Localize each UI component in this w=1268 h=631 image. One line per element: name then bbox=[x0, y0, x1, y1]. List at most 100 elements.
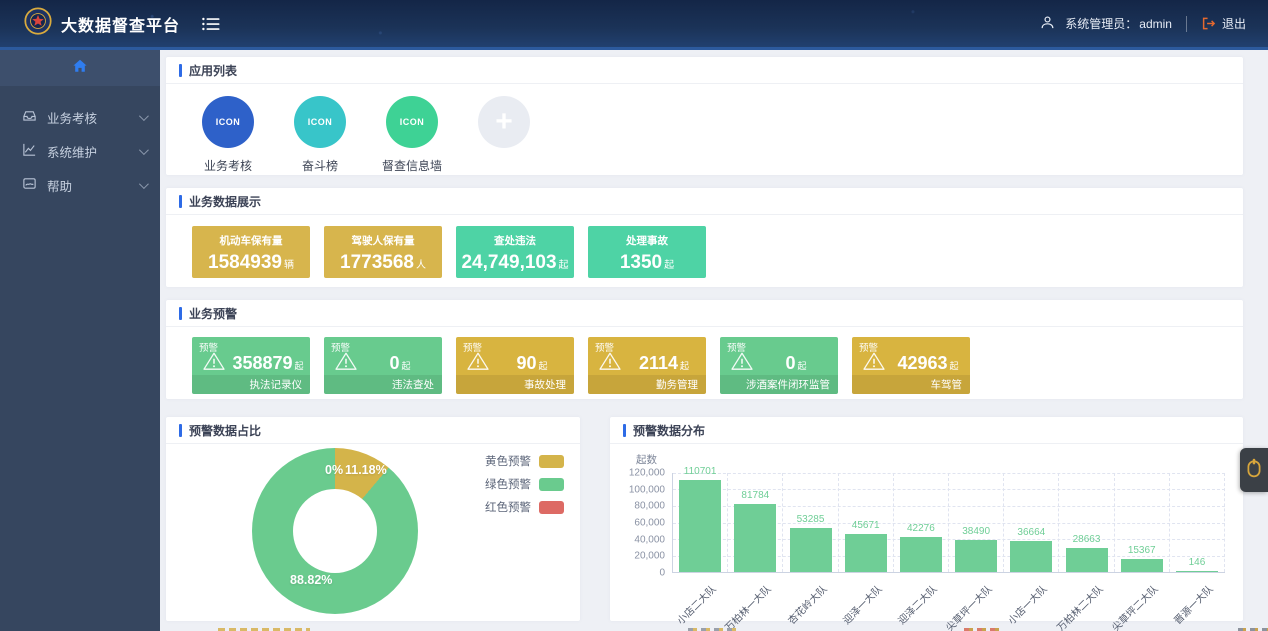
sidebar-item-1[interactable]: 业务考核 bbox=[0, 100, 160, 134]
bar-slot: 42276迎泽二大队 bbox=[894, 473, 949, 572]
legend-item-1[interactable]: 黄色预警 bbox=[485, 453, 564, 469]
x-category-label: 尖草坪一大队 bbox=[942, 581, 995, 631]
app-tile-3[interactable]: ICON 督查信息墙 bbox=[376, 96, 448, 174]
warning-card-category: 违法查处 bbox=[324, 375, 442, 394]
bar-value-label: 45671 bbox=[852, 520, 880, 531]
warning-card-middle: 2114起 bbox=[588, 351, 706, 376]
bar-slot: 110701小店二大队 bbox=[673, 473, 728, 572]
warning-bar-title-row: 预警数据分布 bbox=[610, 417, 1243, 444]
bar-value-label: 53285 bbox=[797, 514, 825, 525]
stat-card-label: 机动车保有量 bbox=[192, 233, 310, 248]
stat-card-4: 处理事故 1350起 bbox=[588, 226, 706, 278]
sidebar-item-3[interactable]: 帮助 bbox=[0, 168, 160, 202]
donut-chart: 0% 11.18% 88.82% bbox=[252, 448, 418, 614]
bar bbox=[1121, 559, 1163, 572]
warning-triangle-icon bbox=[862, 351, 886, 376]
bar-value-label: 36664 bbox=[1017, 527, 1045, 538]
line-chart-icon bbox=[22, 142, 37, 160]
donut-label-red: 0% bbox=[325, 463, 343, 477]
user-role-label: 系统管理员： bbox=[1065, 15, 1137, 32]
stat-card-label: 处理事故 bbox=[588, 233, 706, 248]
legend-item-3[interactable]: 红色预警 bbox=[485, 499, 564, 515]
add-app-button[interactable]: + bbox=[468, 96, 540, 174]
stat-card-unit: 辆 bbox=[284, 260, 294, 271]
chevron-down-icon bbox=[139, 179, 149, 189]
business-data-panel: 业务数据展示 机动车保有量1584939辆驾驶人保有量1773568人查处违法2… bbox=[166, 188, 1243, 287]
bar-value-label: 146 bbox=[1189, 557, 1206, 568]
stat-card-1: 机动车保有量 1584939辆 bbox=[192, 226, 310, 278]
app-icon: ICON bbox=[386, 96, 438, 148]
y-tick-label: 20,000 bbox=[634, 551, 665, 562]
x-category-label: 迎泽二大队 bbox=[894, 581, 940, 627]
bar bbox=[734, 504, 776, 572]
donut-label-green: 88.82% bbox=[290, 573, 332, 587]
header-user-area: 系统管理员：admin 退出 bbox=[1040, 15, 1268, 33]
app-tile-1[interactable]: ICON业务考核 bbox=[192, 96, 264, 174]
warning-card-category: 勤务管理 bbox=[588, 375, 706, 394]
warning-card-category: 执法记录仪 bbox=[192, 375, 310, 394]
business-warning-title-row: 业务预警 bbox=[166, 300, 1243, 327]
menu-collapse-icon[interactable] bbox=[202, 17, 220, 31]
charts-row: 预警数据占比 0% 11.18% 88.82% 黄色预警绿色预警红色预警 预警数… bbox=[166, 417, 1243, 621]
logout-button[interactable]: 退出 bbox=[1201, 15, 1246, 32]
tray-icon bbox=[22, 108, 37, 126]
top-header: 大数据督查平台 系统管理员：admin 退出 bbox=[0, 0, 1268, 50]
warning-card-unit: 起 bbox=[950, 361, 959, 371]
home-icon bbox=[72, 58, 88, 79]
y-tick-label: 40,000 bbox=[634, 534, 665, 545]
sidebar-item-label: 业务考核 bbox=[47, 108, 97, 127]
app-icon: ICON bbox=[294, 96, 346, 148]
x-category-label: 小店一大队 bbox=[1004, 581, 1050, 627]
title-accent-bar bbox=[179, 195, 182, 208]
sidebar-home-button[interactable] bbox=[0, 50, 160, 86]
warning-card-value: 0起 bbox=[754, 353, 838, 374]
title-accent-bar bbox=[179, 424, 182, 437]
sidebar-item-2[interactable]: 系统维护 bbox=[0, 134, 160, 168]
warning-card-unit: 起 bbox=[539, 361, 548, 371]
bar bbox=[845, 534, 887, 572]
legend-swatch bbox=[539, 478, 564, 491]
warning-card-6: 预警42963起车驾管 bbox=[852, 337, 970, 394]
sidebar-menu: 业务考核系统维护帮助 bbox=[0, 86, 160, 202]
warning-pie-body: 0% 11.18% 88.82% 黄色预警绿色预警红色预警 bbox=[166, 444, 580, 621]
bar bbox=[1066, 548, 1108, 572]
floating-widget-button[interactable] bbox=[1240, 448, 1268, 492]
main-content: 应用列表 ICON业务考核ICON奋斗榜ICON督查信息墙+ 业务数据展示 机动… bbox=[160, 50, 1268, 631]
bar-value-label: 81784 bbox=[741, 490, 769, 501]
bar-chart-y-axis-name: 起数 bbox=[620, 452, 1225, 467]
warning-card-category: 车驾管 bbox=[852, 375, 970, 394]
warning-bar-panel: 预警数据分布 起数 120,000100,00080,00060,00040,0… bbox=[610, 417, 1243, 621]
warning-card-value: 0起 bbox=[358, 353, 442, 374]
stat-card-value: 1350起 bbox=[588, 252, 706, 274]
legend-item-2[interactable]: 绿色预警 bbox=[485, 476, 564, 492]
bar-value-label: 110701 bbox=[684, 466, 717, 477]
app-title: 大数据督查平台 bbox=[61, 12, 180, 36]
chevron-down-icon bbox=[139, 111, 149, 121]
donut-label-yellow: 11.18% bbox=[345, 463, 387, 477]
stat-card-value: 1584939辆 bbox=[192, 252, 310, 274]
sidebar-item-label: 帮助 bbox=[47, 176, 72, 195]
app-tile-2[interactable]: ICON奋斗榜 bbox=[284, 96, 356, 174]
warning-card-unit: 起 bbox=[680, 361, 689, 371]
title-accent-bar bbox=[179, 307, 182, 320]
warning-card-value: 42963起 bbox=[886, 353, 970, 374]
stat-card-unit: 起 bbox=[664, 260, 674, 271]
warning-card-middle: 90起 bbox=[456, 351, 574, 376]
bar bbox=[955, 540, 997, 572]
warning-card-2: 预警0起违法查处 bbox=[324, 337, 442, 394]
legend-swatch bbox=[539, 501, 564, 514]
warning-card-category: 事故处理 bbox=[456, 375, 574, 394]
title-accent-bar bbox=[179, 64, 182, 77]
cutoff-content-strip bbox=[160, 627, 1268, 631]
warning-card-5: 预警0起涉酒案件闭环监管 bbox=[720, 337, 838, 394]
dashboard-root: 大数据督查平台 系统管理员：admin 退出 bbox=[0, 0, 1268, 631]
stat-card-value: 1773568人 bbox=[324, 252, 442, 274]
legend-label: 绿色预警 bbox=[485, 476, 531, 492]
y-tick-label: 60,000 bbox=[634, 518, 665, 529]
app-label: 督查信息墙 bbox=[382, 157, 442, 174]
plus-icon: + bbox=[478, 96, 530, 148]
legend-label: 红色预警 bbox=[485, 499, 531, 515]
warning-card-unit: 起 bbox=[295, 361, 304, 371]
app-label: 业务考核 bbox=[204, 157, 252, 174]
y-tick-label: 100,000 bbox=[629, 484, 665, 495]
